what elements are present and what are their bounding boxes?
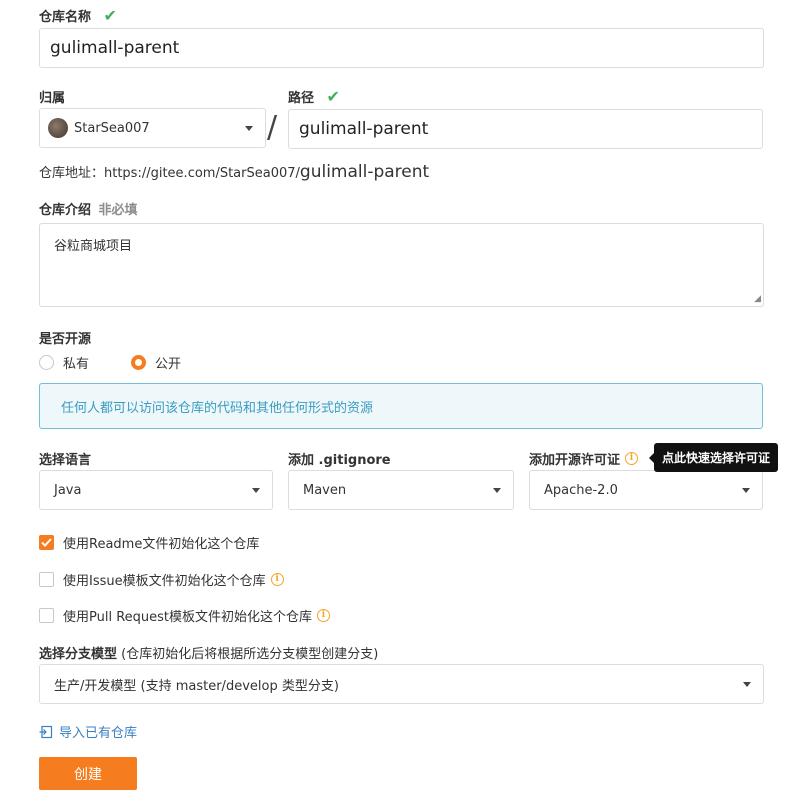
checkbox[interactable] <box>39 608 54 623</box>
visibility-notice: 任何人都可以访问该仓库的代码和其他任何形式的资源 <box>39 383 763 429</box>
path-label: 路径 ✔ <box>288 87 340 106</box>
checkbox[interactable] <box>39 572 54 587</box>
license-select[interactable]: Apache-2.0 <box>529 470 763 510</box>
tooltip-arrow <box>649 453 654 463</box>
init-issue-option[interactable]: 使用Issue模板文件初始化这个仓库 i <box>39 570 284 589</box>
info-icon[interactable]: i <box>270 573 284 586</box>
chevron-down-icon <box>493 488 501 493</box>
resize-handle[interactable]: ◢ <box>754 294 761 304</box>
branch-model-label: 选择分支模型 (仓库初始化后将根据所选分支模型创建分支) <box>39 647 379 662</box>
gitignore-label: 添加 .gitignore <box>288 453 391 468</box>
description-textarea[interactable]: 谷粒商城项目 ◢ <box>39 223 764 307</box>
chevron-down-icon <box>252 488 260 493</box>
chevron-down-icon <box>743 682 751 687</box>
import-icon <box>39 725 53 738</box>
radio-public[interactable]: 公开 <box>131 353 181 372</box>
language-label: 选择语言 <box>39 453 92 468</box>
path-input[interactable]: gulimall-parent <box>288 109 763 149</box>
description-label: 仓库介绍 非必填 <box>39 203 138 218</box>
chevron-down-icon <box>742 488 750 493</box>
visibility-label: 是否开源 <box>39 332 92 347</box>
valid-check-icon: ✔ <box>103 6 117 25</box>
path-separator: / <box>267 110 278 145</box>
license-tooltip: 点此快速选择许可证 <box>649 443 779 472</box>
info-icon[interactable]: i <box>317 609 331 622</box>
checkmark-icon <box>41 538 52 547</box>
owner-select[interactable]: StarSea007 <box>39 108 266 148</box>
radio-button[interactable] <box>131 355 146 370</box>
init-pr-option[interactable]: 使用Pull Request模板文件初始化这个仓库 i <box>39 606 331 625</box>
create-button[interactable]: 创建 <box>39 757 137 790</box>
license-label: 添加开源许可证 i <box>529 449 639 468</box>
valid-check-icon: ✔ <box>326 87 340 106</box>
radio-private[interactable]: 私有 <box>39 353 89 372</box>
branch-model-select[interactable]: 生产/开发模型 (支持 master/develop 类型分支) <box>39 664 764 704</box>
chevron-down-icon <box>245 126 253 131</box>
import-repo-link[interactable]: 导入已有仓库 <box>39 722 137 741</box>
repo-url: 仓库地址：https://gitee.com/StarSea007/ gulim… <box>39 162 430 182</box>
language-select[interactable]: Java <box>39 470 273 510</box>
init-readme-option[interactable]: 使用Readme文件初始化这个仓库 <box>39 533 259 552</box>
radio-button[interactable] <box>39 355 54 370</box>
repo-name-label: 仓库名称 ✔ <box>39 6 117 25</box>
repo-name-input[interactable]: gulimall-parent <box>39 28 764 68</box>
owner-label: 归属 <box>39 91 66 106</box>
avatar <box>48 118 68 138</box>
checkbox[interactable] <box>39 535 54 550</box>
info-icon[interactable]: i <box>625 452 639 465</box>
gitignore-select[interactable]: Maven <box>288 470 514 510</box>
